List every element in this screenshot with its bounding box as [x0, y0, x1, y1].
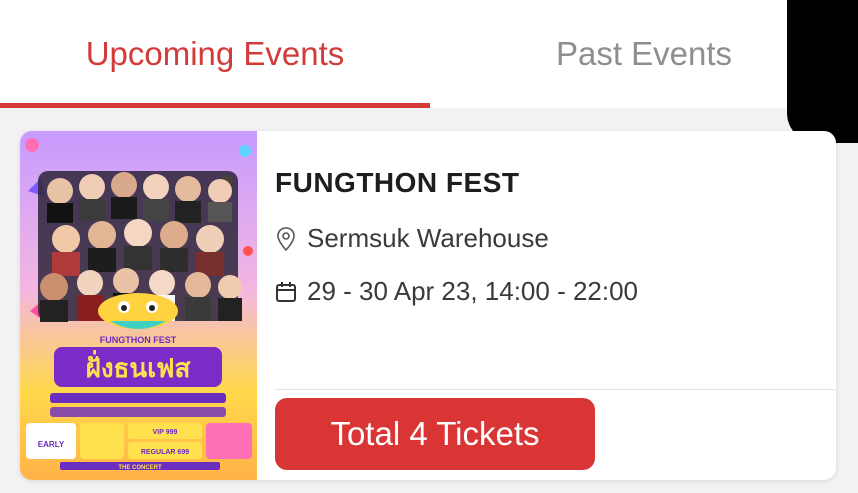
calendar-icon — [275, 279, 297, 305]
total-tickets-label: Total 4 Tickets — [330, 415, 540, 452]
event-card[interactable]: FUNGTHON FEST ฝั่งธนเฟส EARLY VIP 999 RE… — [20, 131, 836, 480]
active-tab-indicator — [0, 103, 430, 108]
event-poster-image: FUNGTHON FEST ฝั่งธนเฟส EARLY VIP 999 RE… — [20, 131, 257, 480]
poster-brand-text: FUNGTHON FEST — [100, 335, 177, 345]
event-location: Sermsuk Warehouse — [307, 223, 549, 253]
poster-concert-label: THE CONCERT — [118, 465, 162, 471]
poster-vip-label: VIP 999 — [153, 429, 178, 436]
tab-upcoming-label: Upcoming Events — [85, 35, 345, 72]
poster-early-label: EARLY — [38, 440, 65, 449]
event-title: FUNGTHON FEST — [275, 167, 520, 198]
event-info: FUNGTHON FEST Sermsuk Warehouse 29 - 30 … — [257, 131, 836, 389]
event-tabs: Upcoming Events Past Events — [0, 0, 858, 108]
total-tickets-button[interactable]: Total 4 Tickets — [275, 398, 595, 470]
tab-past-label: Past Events — [555, 35, 733, 72]
poster-thai-title: ฝั่งธนเฟส — [86, 349, 191, 384]
poster-regular-label: REGULAR 699 — [141, 449, 189, 456]
event-location-row: Sermsuk Warehouse — [275, 223, 549, 254]
event-datetime: 29 - 30 Apr 23, 14:00 - 22:00 — [307, 276, 639, 306]
screen-notch-overlay — [787, 0, 858, 143]
card-divider — [275, 389, 836, 390]
event-date-row: 29 - 30 Apr 23, 14:00 - 22:00 — [275, 276, 638, 307]
tab-upcoming-events[interactable]: Upcoming Events — [0, 0, 430, 108]
map-pin-icon — [275, 226, 297, 252]
